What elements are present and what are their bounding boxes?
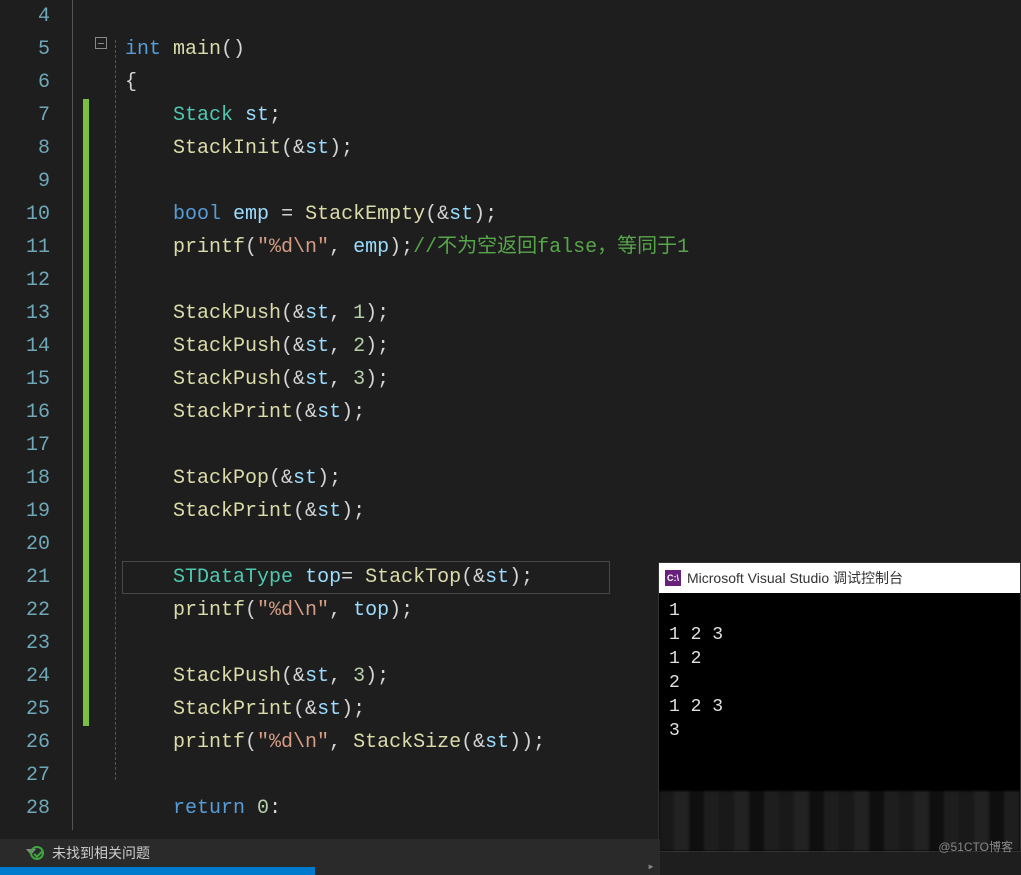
code-line[interactable]: Stack st;: [125, 99, 660, 132]
status-bar[interactable]: 未找到相关问题: [0, 839, 660, 867]
code-area[interactable]: int main(){ Stack st; StackInit(&st); bo…: [125, 0, 660, 825]
line-number[interactable]: 7: [0, 99, 60, 132]
code-line[interactable]: [125, 264, 660, 297]
code-line[interactable]: [125, 759, 660, 792]
line-number[interactable]: 10: [0, 198, 60, 231]
debug-console-window[interactable]: C:\ Microsoft Visual Studio 调试控制台 1 1 2 …: [658, 562, 1021, 852]
scrollbar-thumb[interactable]: [0, 867, 315, 875]
line-number[interactable]: 9: [0, 165, 60, 198]
line-number[interactable]: 18: [0, 462, 60, 495]
line-number[interactable]: 12: [0, 264, 60, 297]
code-line[interactable]: {: [125, 66, 660, 99]
code-line[interactable]: StackPrint(&st);: [125, 693, 660, 726]
console-output[interactable]: 1 1 2 3 1 2 2 1 2 3 3: [659, 593, 1020, 749]
line-number[interactable]: 5: [0, 33, 60, 66]
line-number[interactable]: 11: [0, 231, 60, 264]
code-line[interactable]: printf("%d\n", top);: [125, 594, 660, 627]
line-number[interactable]: 4: [0, 0, 60, 33]
code-line[interactable]: bool emp = StackEmpty(&st);: [125, 198, 660, 231]
code-line[interactable]: StackPush(&st, 1);: [125, 297, 660, 330]
code-line[interactable]: int main(): [125, 33, 660, 66]
code-line[interactable]: return 0:: [125, 792, 660, 825]
line-number[interactable]: 27: [0, 759, 60, 792]
line-number[interactable]: 26: [0, 726, 60, 759]
watermark: @51CTO博客: [938, 838, 1013, 855]
margin-line: [72, 0, 73, 830]
line-number[interactable]: 21: [0, 561, 60, 594]
code-line[interactable]: [125, 627, 660, 660]
code-line[interactable]: [125, 528, 660, 561]
line-number[interactable]: 22: [0, 594, 60, 627]
line-number[interactable]: 15: [0, 363, 60, 396]
line-number-gutter[interactable]: 4567891011121314151617181920212223242526…: [0, 0, 60, 830]
code-line[interactable]: STDataType top= StackTop(&st);: [125, 561, 660, 594]
code-line[interactable]: printf("%d\n", StackSize(&st));: [125, 726, 660, 759]
line-number[interactable]: 23: [0, 627, 60, 660]
horizontal-scrollbar[interactable]: ▸: [0, 867, 660, 875]
line-number[interactable]: 20: [0, 528, 60, 561]
change-indicator: [83, 99, 89, 726]
code-line[interactable]: [125, 0, 660, 33]
line-number[interactable]: 16: [0, 396, 60, 429]
code-line[interactable]: StackPrint(&st);: [125, 495, 660, 528]
scroll-right-icon[interactable]: ▸: [642, 857, 660, 875]
line-number[interactable]: 6: [0, 66, 60, 99]
code-line[interactable]: StackPush(&st, 3);: [125, 660, 660, 693]
indent-guide: [115, 40, 116, 780]
code-line[interactable]: [125, 165, 660, 198]
line-number[interactable]: 24: [0, 660, 60, 693]
console-titlebar[interactable]: C:\ Microsoft Visual Studio 调试控制台: [659, 563, 1020, 593]
fold-icon[interactable]: [95, 37, 107, 49]
visual-studio-icon: C:\: [665, 570, 681, 586]
code-line[interactable]: [125, 429, 660, 462]
code-line[interactable]: printf("%d\n", emp);//不为空返回false，等同于1: [125, 231, 660, 264]
console-title-text: Microsoft Visual Studio 调试控制台: [687, 568, 903, 588]
line-number[interactable]: 17: [0, 429, 60, 462]
code-line[interactable]: StackPrint(&st);: [125, 396, 660, 429]
code-line[interactable]: StackPop(&st);: [125, 462, 660, 495]
line-number[interactable]: 14: [0, 330, 60, 363]
code-line[interactable]: StackPush(&st, 2);: [125, 330, 660, 363]
line-number[interactable]: 13: [0, 297, 60, 330]
code-line[interactable]: StackPush(&st, 3);: [125, 363, 660, 396]
check-icon: [30, 846, 44, 860]
status-text: 未找到相关问题: [52, 843, 150, 863]
line-number[interactable]: 28: [0, 792, 60, 825]
line-number[interactable]: 25: [0, 693, 60, 726]
code-line[interactable]: StackInit(&st);: [125, 132, 660, 165]
line-number[interactable]: 8: [0, 132, 60, 165]
code-editor[interactable]: 4567891011121314151617181920212223242526…: [0, 0, 660, 830]
line-number[interactable]: 19: [0, 495, 60, 528]
